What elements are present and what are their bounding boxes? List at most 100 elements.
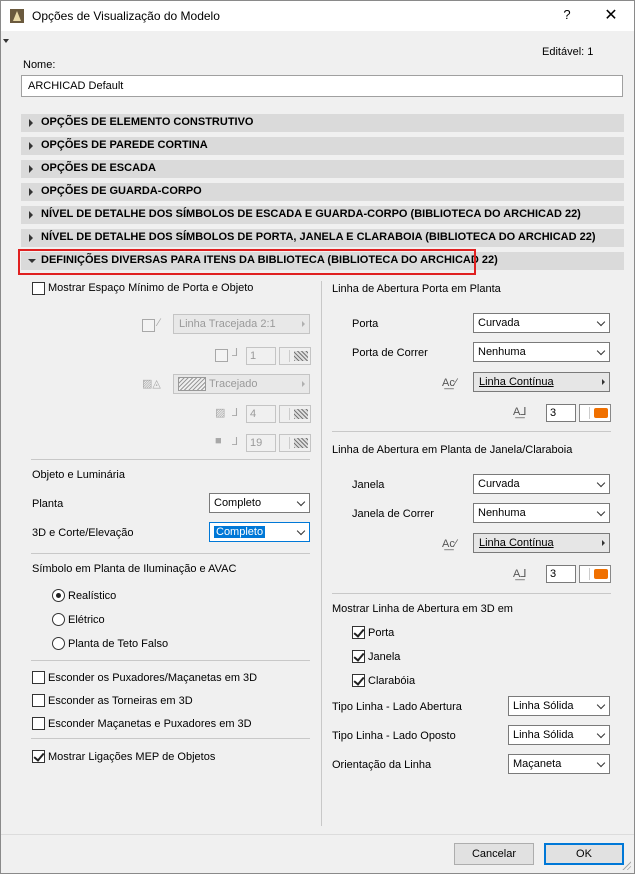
pen3-input[interactable]: 19 <box>246 434 276 452</box>
show3d-door-checkbox[interactable] <box>352 626 365 639</box>
chevron-down-icon <box>596 758 606 768</box>
opposite-side-value: Linha Sólida <box>513 729 574 741</box>
open-side-label: Tipo Linha - Lado Abertura <box>332 701 462 713</box>
chevron-down-icon <box>596 317 606 327</box>
ok-button[interactable]: OK <box>544 843 624 865</box>
pen-icon: ⅃ <box>232 347 239 359</box>
show3d-window-checkbox[interactable] <box>352 650 365 663</box>
pen3-color-button[interactable] <box>279 434 311 452</box>
section-label: OPÇÕES DE ELEMENTO CONSTRUTIVO <box>41 116 254 128</box>
divider <box>31 553 310 554</box>
sliding-door-select[interactable]: Nenhuma <box>473 342 610 362</box>
sliding-window-select[interactable]: Nenhuma <box>473 503 610 523</box>
section-label: OPÇÕES DE ESCADA <box>41 162 156 174</box>
radio-electric[interactable] <box>52 613 65 626</box>
window-select[interactable]: Curvada <box>473 474 610 494</box>
pen1-input[interactable]: 1 <box>246 347 276 365</box>
mep-checkbox[interactable] <box>32 750 45 763</box>
open-side-value: Linha Sólida <box>513 700 574 712</box>
pen2-input[interactable]: 4 <box>246 405 276 423</box>
opposite-side-label: Tipo Linha - Lado Oposto <box>332 730 456 742</box>
line-type-button[interactable]: Linha Tracejada 2:1 <box>173 314 310 334</box>
min-space-label: Mostrar Espaço Mínimo de Porta e Objeto <box>48 282 254 294</box>
chevron-down-icon <box>596 729 606 739</box>
expand-triangle-icon <box>29 165 33 173</box>
expand-triangle-icon <box>29 119 33 127</box>
door-select[interactable]: Curvada <box>473 313 610 333</box>
column-divider <box>321 281 322 826</box>
door-pen-color-button[interactable] <box>579 404 611 422</box>
section-railing-options[interactable]: OPÇÕES DE GUARDA-CORPO <box>21 183 624 201</box>
pen-icon: ⅃ <box>232 407 239 419</box>
chevron-down-icon <box>296 526 306 536</box>
hide-knobs-checkbox[interactable] <box>32 717 45 730</box>
section-elevation-value: Completo <box>214 526 266 538</box>
opposite-side-select[interactable]: Linha Sólida <box>508 725 610 745</box>
window-line-type-button[interactable]: Linha Contínua <box>473 533 610 553</box>
expand-triangle-icon <box>29 188 33 196</box>
door-line-type-button[interactable]: Linha Contínua <box>473 372 610 392</box>
sliding-door-value: Nenhuma <box>478 346 526 358</box>
sliding-window-value: Nenhuma <box>478 507 526 519</box>
door-line-type-value: Linha Contínua <box>479 376 554 388</box>
divider <box>332 593 611 594</box>
help-button[interactable]: ? <box>557 7 577 25</box>
pen1-color-button[interactable] <box>279 347 311 365</box>
window-value: Curvada <box>478 478 520 490</box>
radio-electric-label: Elétrico <box>68 614 105 626</box>
section-curtain-wall-options[interactable]: OPÇÕES DE PAREDE CORTINA <box>21 137 624 155</box>
section-door-window-detail[interactable]: NÍVEL DE DETALHE DOS SÍMBOLOS DE PORTA, … <box>21 229 624 247</box>
hide-faucets-label: Esconder as Torneiras em 3D <box>48 695 193 707</box>
close-button[interactable]: ✕ <box>599 5 623 27</box>
mep-label: Mostrar Ligações MEP de Objetos <box>48 751 216 763</box>
section-stair-railing-detail[interactable]: NÍVEL DE DETALHE DOS SÍMBOLOS DE ESCADA … <box>21 206 624 224</box>
min-space-checkbox[interactable] <box>32 282 45 295</box>
collapse-arrow-icon[interactable] <box>3 39 9 43</box>
archicad-app-icon <box>10 9 24 23</box>
footer-divider <box>1 834 634 835</box>
background-pen-icon: ■ <box>215 435 222 447</box>
arrow-right-icon <box>602 379 605 385</box>
section-stair-options[interactable]: OPÇÕES DE ESCADA <box>21 160 624 178</box>
radio-realistic[interactable] <box>52 589 65 602</box>
cancel-button[interactable]: Cancelar <box>454 843 534 865</box>
chevron-down-icon <box>596 478 606 488</box>
divider <box>332 431 611 432</box>
hide-handles-checkbox[interactable] <box>32 671 45 684</box>
section-building-element-options[interactable]: OPÇÕES DE ELEMENTO CONSTRUTIVO <box>21 114 624 132</box>
sliding-door-label: Porta de Correr <box>352 347 428 359</box>
window-group-title: Linha de Abertura em Planta de Janela/Cl… <box>332 444 573 456</box>
orientation-select[interactable]: Maçaneta <box>508 754 610 774</box>
radio-ceiling-plan[interactable] <box>52 637 65 650</box>
chevron-down-icon <box>596 507 606 517</box>
title-bar: Opções de Visualização do Modelo ? ✕ <box>1 1 634 31</box>
editable-count: Editável: 1 <box>542 46 594 58</box>
fill-type-button[interactable]: Tracejado <box>173 374 310 394</box>
window-pen-color-button[interactable] <box>579 565 611 583</box>
door-group-title: Linha de Abertura Porta em Planta <box>332 283 501 295</box>
line-type-checkbox[interactable] <box>142 319 155 332</box>
expand-triangle-icon <box>29 234 33 242</box>
show3d-door-label: Porta <box>368 627 395 639</box>
show3d-skylight-checkbox[interactable] <box>352 674 365 687</box>
chevron-down-icon <box>596 346 606 356</box>
orientation-label: Orientação da Linha <box>332 759 432 771</box>
door-pen-input[interactable]: 3 <box>546 404 576 422</box>
section-elevation-select[interactable]: Completo <box>209 522 310 542</box>
show3d-group-title: Mostrar Linha de Abertura em 3D em <box>332 603 513 615</box>
pen1-checkbox[interactable] <box>215 349 228 362</box>
object-group-title: Objeto e Luminária <box>32 469 125 481</box>
window-label: Janela <box>352 479 385 491</box>
name-input[interactable]: ARCHICAD Default <box>21 75 623 97</box>
door-value: Curvada <box>478 317 520 329</box>
window-pen-input[interactable]: 3 <box>546 565 576 583</box>
pen2-color-button[interactable] <box>279 405 311 423</box>
name-label: Nome: <box>23 59 56 71</box>
plan-select[interactable]: Completo <box>209 493 310 513</box>
hide-faucets-checkbox[interactable] <box>32 694 45 707</box>
divider <box>31 660 310 661</box>
highlight-annotation <box>18 249 476 275</box>
divider <box>31 459 310 460</box>
section-label: OPÇÕES DE PAREDE CORTINA <box>41 139 208 151</box>
open-side-select[interactable]: Linha Sólida <box>508 696 610 716</box>
